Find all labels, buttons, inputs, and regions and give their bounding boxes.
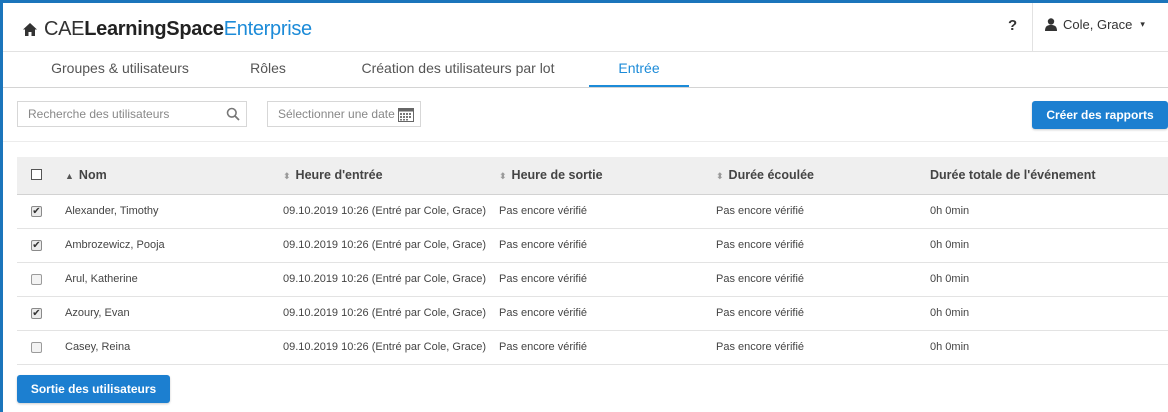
table-row: Casey, Reina 09.10.2019 10:26 (Entré par… — [17, 331, 1168, 365]
table-row: ✔ Alexander, Timothy 09.10.2019 10:26 (E… — [17, 195, 1168, 229]
column-header-total-duration: Durée totale de l'événement — [930, 168, 1096, 182]
table-row: ✔ Ambrozewicz, Pooja 09.10.2019 10:26 (E… — [17, 229, 1168, 263]
create-reports-button[interactable]: Créer des rapports — [1032, 101, 1168, 129]
cell-checkin-time: 09.10.2019 10:26 (Entré par Cole, Grace) — [283, 341, 487, 353]
sort-icon: ⬍ — [716, 171, 724, 181]
row-checkbox[interactable] — [31, 274, 42, 285]
column-header-checkin-time[interactable]: ⬍ Heure d'entrée — [283, 157, 383, 194]
cell-elapsed-time: Pas encore vérifié — [716, 307, 805, 319]
cell-name: Azoury, Evan — [65, 307, 130, 319]
tab-groups-users[interactable]: Groupes & utilisateurs — [25, 52, 215, 87]
user-name: Cole, Grace — [1063, 17, 1133, 32]
cell-checkout-time: Pas encore vérifié — [499, 205, 588, 217]
cell-checkin-time: 09.10.2019 10:26 (Entré par Cole, Grace) — [283, 239, 487, 251]
tab-checkin[interactable]: Entrée — [589, 52, 689, 87]
cell-checkout-time: Pas encore vérifié — [499, 307, 588, 319]
cell-checkin-time: 09.10.2019 10:26 (Entré par Cole, Grace) — [283, 273, 487, 285]
sort-icon: ⬍ — [499, 171, 507, 181]
date-input[interactable] — [276, 106, 405, 122]
column-header-name[interactable]: ▲ Nom — [65, 157, 107, 194]
column-header-checkout-time[interactable]: ⬍ Heure de sortie — [499, 157, 603, 194]
tab-roles[interactable]: Rôles — [235, 52, 301, 87]
checkin-table: ▲ Nom ⬍ Heure d'entrée ⬍ Heure de sortie ⬍ D… — [17, 157, 1168, 365]
cell-total-duration: 0h 0min — [930, 273, 970, 285]
cell-name: Alexander, Timothy — [65, 205, 159, 217]
help-button[interactable]: ? — [1008, 17, 1017, 34]
cell-elapsed-time: Pas encore vérifié — [716, 341, 805, 353]
cell-checkout-time: Pas encore vérifié — [499, 341, 588, 353]
table-row: Arul, Katherine 09.10.2019 10:26 (Entré … — [17, 263, 1168, 297]
row-checkbox[interactable]: ✔ — [31, 240, 42, 251]
cell-name: Casey, Reina — [65, 341, 131, 353]
app-brand[interactable]: CAELearningSpaceEnterprise — [44, 15, 312, 43]
brand-part-cae: CAE — [44, 18, 85, 40]
calendar-icon[interactable] — [398, 107, 414, 122]
home-icon[interactable] — [23, 23, 37, 36]
tab-bar: Groupes & utilisateurs Rôles Création de… — [3, 52, 1168, 88]
chevron-down-icon: ▾ — [1140, 19, 1145, 29]
checkout-users-button[interactable]: Sortie des utilisateurs — [17, 375, 170, 403]
user-menu[interactable]: Cole, Grace ▾ — [1045, 17, 1145, 32]
cell-name: Arul, Katherine — [65, 273, 138, 285]
search-input[interactable] — [26, 106, 225, 122]
cell-checkin-time: 09.10.2019 10:26 (Entré par Cole, Grace) — [283, 205, 487, 217]
cell-total-duration: 0h 0min — [930, 205, 970, 217]
cell-elapsed-time: Pas encore vérifié — [716, 205, 805, 217]
date-picker — [267, 101, 421, 127]
search-box — [17, 101, 247, 127]
cell-elapsed-time: Pas encore vérifié — [716, 273, 805, 285]
row-checkbox[interactable]: ✔ — [31, 206, 42, 217]
user-icon — [1045, 18, 1057, 31]
cell-total-duration: 0h 0min — [930, 239, 970, 251]
search-icon[interactable] — [226, 107, 240, 121]
column-header-elapsed-time[interactable]: ⬍ Durée écoulée — [716, 157, 814, 194]
row-checkbox[interactable] — [31, 342, 42, 353]
brand-part-enterprise: Enterprise — [223, 18, 312, 40]
cell-elapsed-time: Pas encore vérifié — [716, 239, 805, 251]
header-divider — [1032, 3, 1033, 51]
brand-part-learningspace: LearningSpace — [84, 18, 224, 40]
cell-checkout-time: Pas encore vérifié — [499, 273, 588, 285]
select-all-checkbox[interactable] — [31, 169, 42, 180]
cell-checkout-time: Pas encore vérifié — [499, 239, 588, 251]
row-checkbox[interactable]: ✔ — [31, 308, 42, 319]
table-header: ▲ Nom ⬍ Heure d'entrée ⬍ Heure de sortie ⬍ D… — [17, 157, 1168, 195]
table-row: ✔ Azoury, Evan 09.10.2019 10:26 (Entré p… — [17, 297, 1168, 331]
sort-asc-icon: ▲ — [65, 171, 74, 181]
cell-name: Ambrozewicz, Pooja — [65, 239, 165, 251]
cell-total-duration: 0h 0min — [930, 341, 970, 353]
toolbar-divider — [3, 141, 1168, 142]
sort-icon: ⬍ — [283, 171, 291, 181]
cell-total-duration: 0h 0min — [930, 307, 970, 319]
app-header: CAELearningSpaceEnterprise ? Cole, Grace… — [3, 3, 1168, 52]
cell-checkin-time: 09.10.2019 10:26 (Entré par Cole, Grace) — [283, 307, 487, 319]
tab-batch-user-creation[interactable]: Création des utilisateurs par lot — [343, 52, 573, 87]
